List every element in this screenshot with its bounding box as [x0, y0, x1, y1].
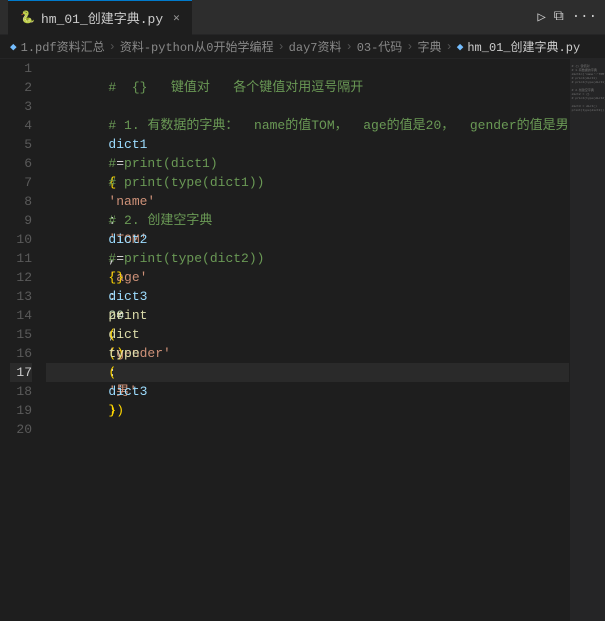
line-num-7: 7	[10, 173, 32, 192]
line-num-11: 11	[10, 249, 32, 268]
minimap-content: # {} 键值对 # 1.有数据的字典 dict1={'name':'TOM',…	[570, 59, 605, 119]
line-num-16: 16	[10, 344, 32, 363]
tab-label: hm_01_创建字典.py	[41, 8, 163, 27]
breadcrumb-sep-4: ›	[406, 40, 413, 54]
line-num-4: 4	[10, 116, 32, 135]
line-num-3: 3	[10, 97, 32, 116]
breadcrumb: ◆ 1.pdf资料汇总 › 资料-python从0开始学编程 › day7资料 …	[0, 35, 605, 59]
line-num-6: 6	[10, 154, 32, 173]
tab-file-icon: 🐍	[20, 10, 35, 25]
tab-close-button[interactable]: ✕	[173, 11, 180, 25]
title-bar: 🐍 hm_01_创建字典.py ✕ ▷ ⧉ ···	[0, 0, 605, 35]
line-num-5: 5	[10, 135, 32, 154]
active-tab[interactable]: 🐍 hm_01_创建字典.py ✕	[8, 0, 192, 35]
minimap: # {} 键值对 # 1.有数据的字典 dict1={'name':'TOM',…	[569, 59, 605, 621]
code-line-17	[46, 363, 569, 382]
breadcrumb-item-3[interactable]: day7资料	[289, 38, 342, 55]
breadcrumb-sep-5: ›	[446, 40, 453, 54]
breadcrumb-icon: ◆	[10, 40, 17, 54]
breadcrumb-sep-1: ›	[109, 40, 116, 54]
line-num-10: 10	[10, 230, 32, 249]
breadcrumb-file-icon: ◆	[457, 40, 464, 54]
line-num-13: 13	[10, 287, 32, 306]
breadcrumb-sep-3: ›	[345, 40, 352, 54]
breadcrumb-item-6[interactable]: hm_01_创建字典.py	[467, 38, 580, 55]
title-bar-actions: ▷ ⧉ ···	[537, 9, 597, 26]
code-line-20	[46, 420, 569, 439]
breadcrumb-item-4[interactable]: 03-代码	[357, 38, 403, 55]
breadcrumb-item-5[interactable]: 字典	[418, 38, 442, 55]
code-editor[interactable]: # {} 键值对 各个键值对用逗号隔开 # 1. 有数据的字典： name的值T…	[42, 59, 605, 621]
line-num-8: 8	[10, 192, 32, 211]
code-line-19	[46, 401, 569, 420]
code-line-1: # {} 键值对 各个键值对用逗号隔开	[46, 59, 569, 78]
more-actions-button[interactable]: ···	[572, 9, 597, 25]
line-num-18: 18	[10, 382, 32, 401]
line-num-9: 9	[10, 211, 32, 230]
code-line-3: # 1. 有数据的字典： name的值TOM， age的值是20， gender…	[46, 97, 569, 116]
line-num-17: 17	[10, 363, 32, 382]
run-button[interactable]: ▷	[537, 9, 545, 26]
line-num-2: 2	[10, 78, 32, 97]
editor: 1 2 3 4 5 6 7 8 9 10 11 12 13 14 15 16 1…	[0, 59, 605, 621]
line-num-14: 14	[10, 306, 32, 325]
line-num-15: 15	[10, 325, 32, 344]
line-num-12: 12	[10, 268, 32, 287]
split-editor-button[interactable]: ⧉	[554, 9, 564, 25]
line-num-1: 1	[10, 59, 32, 78]
line-numbers: 1 2 3 4 5 6 7 8 9 10 11 12 13 14 15 16 1…	[0, 59, 42, 621]
breadcrumb-item-1[interactable]: 1.pdf资料汇总	[21, 38, 105, 55]
code-lines[interactable]: # {} 键值对 各个键值对用逗号隔开 # 1. 有数据的字典： name的值T…	[42, 59, 569, 621]
line-num-19: 19	[10, 401, 32, 420]
breadcrumb-sep-2: ›	[277, 40, 284, 54]
breadcrumb-item-2[interactable]: 资料-python从0开始学编程	[120, 38, 274, 55]
line-num-20: 20	[10, 420, 32, 439]
